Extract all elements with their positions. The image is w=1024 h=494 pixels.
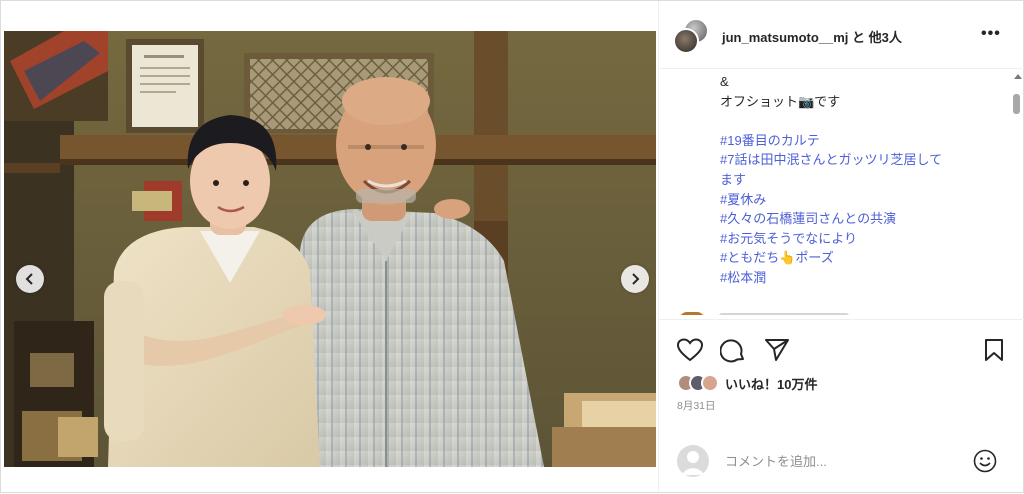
caption-lines: & オフショット📷です #19番目のカルテ #7話は田中泯さんとガッツリ芝居して ます #… [720, 72, 942, 288]
avatar [673, 28, 699, 54]
post-author[interactable]: jun_matsumoto__mj と 他3人 [722, 27, 902, 46]
post-header: jun_matsumoto__mj と 他3人 ••• [659, 1, 1024, 69]
send-icon[interactable] [764, 338, 790, 362]
post-date[interactable]: 8月31日 [677, 398, 716, 413]
caption-hashtag[interactable]: #ともだち👆ポーズ [720, 248, 942, 268]
next-photo-button[interactable] [621, 265, 649, 293]
comment-avatar-partial [679, 312, 705, 315]
caption-text: オフショット📷です [720, 93, 841, 109]
caption-text [720, 111, 942, 131]
likes-row[interactable]: いいね！10万件 [677, 371, 817, 395]
comment-preview-partial [719, 313, 849, 315]
heart-icon[interactable] [677, 338, 703, 362]
chevron-right-icon [632, 273, 640, 285]
comment-icon[interactable] [720, 338, 746, 364]
post-side-panel: jun_matsumoto__mj と 他3人 ••• & オフショット📷です #1… [658, 1, 1024, 494]
instagram-post-window: jun_matsumoto__mj と 他3人 ••• & オフショット📷です #1… [0, 0, 1024, 494]
photo-illustration [4, 31, 656, 467]
caption-scrollbar[interactable] [1011, 70, 1022, 315]
caption-hashtag[interactable]: #7話は田中泯さんとガッツリ芝居して [720, 150, 942, 170]
default-user-icon [681, 451, 705, 475]
post-actions: いいね！10万件 8月31日 [659, 319, 1024, 479]
scroll-thumb[interactable] [1013, 94, 1020, 114]
more-options-icon[interactable]: ••• [981, 25, 1001, 43]
caption-hashtag[interactable]: #夏休み [720, 190, 942, 210]
caption-hashtag[interactable]: #19番目のカルテ [720, 131, 942, 151]
author-avatar-stack[interactable] [673, 18, 713, 54]
avatar[interactable] [677, 445, 709, 477]
caption-hashtag[interactable]: ます [720, 170, 942, 190]
avatar [701, 374, 719, 392]
caption-hashtag[interactable]: #松本潤 [720, 268, 942, 288]
bookmark-icon[interactable] [983, 338, 1005, 362]
post-photo[interactable] [4, 31, 656, 467]
previous-photo-button[interactable] [16, 265, 44, 293]
scroll-up-arrow-icon[interactable] [1014, 74, 1022, 79]
emoji-icon[interactable] [973, 449, 997, 473]
chevron-left-icon [25, 273, 33, 285]
comment-composer [659, 441, 1024, 481]
caption-text: & [720, 74, 729, 89]
post-caption: & オフショット📷です #19番目のカルテ #7話は田中泯さんとガッツリ芝居して ます #… [659, 70, 1024, 315]
comment-input[interactable] [725, 451, 965, 471]
caption-hashtag[interactable]: #お元気そうでなにより [720, 229, 942, 249]
likes-count[interactable]: いいね！10万件 [725, 374, 817, 393]
caption-hashtag[interactable]: #久々の石橋蓮司さんとの共演 [720, 209, 942, 229]
